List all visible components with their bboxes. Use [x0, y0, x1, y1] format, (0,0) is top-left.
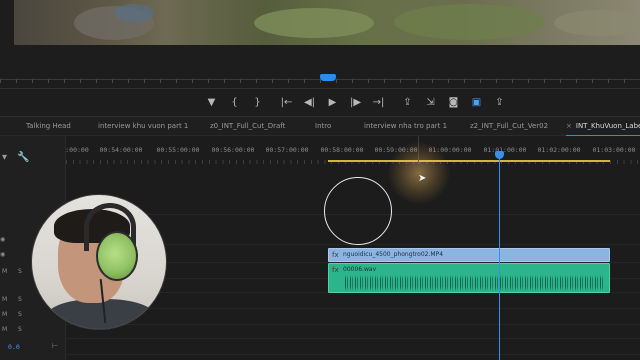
solo-button[interactable]: S: [18, 268, 22, 275]
eye-icon[interactable]: ◉: [0, 236, 5, 243]
fx-badge: fx: [332, 251, 339, 259]
eye-icon[interactable]: ◉: [0, 251, 5, 258]
audio-waveform: [345, 275, 605, 291]
extract-button[interactable]: ⇲: [419, 92, 442, 112]
ruler-label: 01:01:00:00: [483, 146, 527, 154]
ruler-label: 00:56:00:00: [211, 146, 255, 154]
tab-talking-head[interactable]: Talking Head: [26, 117, 71, 136]
audio-clip[interactable]: fx 00006.wav: [328, 263, 610, 293]
click-indicator: [324, 177, 392, 245]
program-monitor: ▼ { } |← ◀| ▶ |▶ →| ⇪ ⇲ ◙ ▣ ⇪: [0, 0, 640, 116]
program-scrub-bar[interactable]: [0, 66, 640, 86]
transport-controls: ▼ { } |← ◀| ▶ |▶ →| ⇪ ⇲ ◙ ▣ ⇪: [200, 92, 511, 112]
step-back-button[interactable]: ◀|: [298, 92, 321, 112]
share-button[interactable]: ⇪: [488, 92, 511, 112]
video-clip[interactable]: fx nguoidicu_4500_phongtro02.MP4: [328, 248, 610, 262]
tab-interview-khu-vuon[interactable]: interview khu vuon part 1: [98, 117, 188, 136]
ruler-label: 01:03:00:00: [592, 146, 636, 154]
snap-icon[interactable]: ▾: [2, 152, 7, 163]
program-monitor-video: [14, 0, 640, 45]
program-playhead[interactable]: [320, 74, 336, 81]
work-area-bar[interactable]: [328, 160, 610, 162]
play-button[interactable]: ▶: [321, 92, 344, 112]
fx-badge: fx: [332, 266, 339, 274]
ruler-label: 01:02:00:00: [537, 146, 581, 154]
ruler-label: 00:54:00:00: [99, 146, 143, 154]
mark-out-button[interactable]: }: [246, 92, 269, 112]
close-icon[interactable]: ×: [566, 122, 572, 130]
mute-button[interactable]: M: [2, 296, 7, 303]
ruler-label: 00:58:00:00: [320, 146, 364, 154]
zoom-readout: 0.0: [8, 343, 20, 351]
add-marker-button[interactable]: ▼: [200, 92, 223, 112]
zoom-handle-icon[interactable]: ⊢: [52, 342, 58, 350]
tab-interview-nha-tro[interactable]: interview nha tro part 1: [364, 117, 447, 136]
timeline-tools: ▾ 🔧: [0, 150, 66, 164]
wrench-icon[interactable]: 🔧: [17, 152, 29, 163]
lift-button[interactable]: ⇪: [396, 92, 419, 112]
solo-button[interactable]: S: [18, 326, 22, 333]
mute-button[interactable]: M: [2, 311, 7, 318]
step-forward-button[interactable]: |▶: [344, 92, 367, 112]
ruler-label: 00:55:00:00: [156, 146, 200, 154]
clip-name: 00006.wav: [343, 266, 377, 273]
mute-button[interactable]: M: [2, 268, 7, 275]
solo-button[interactable]: S: [18, 311, 22, 318]
solo-button[interactable]: S: [18, 296, 22, 303]
tab-intro[interactable]: Intro: [315, 117, 331, 136]
mute-button[interactable]: M: [2, 326, 7, 333]
mark-in-button[interactable]: {: [223, 92, 246, 112]
tab-z0-int-full-cut-draft[interactable]: z0_INT_Full_Cut_Draft: [210, 117, 285, 136]
sequence-tabs: Talking Head interview khu vuon part 1 z…: [0, 116, 640, 137]
ruler-label: :00:00: [65, 146, 89, 154]
tab-int-khuvuon-label[interactable]: × INT_KhuVuon_Label: [566, 117, 640, 137]
ruler-label: 00:57:00:00: [265, 146, 309, 154]
go-to-out-button[interactable]: →|: [367, 92, 390, 112]
export-frame-button[interactable]: ◙: [442, 92, 465, 112]
time-ruler[interactable]: :00:00 00:54:00:00 00:55:00:00 00:56:00:…: [65, 136, 640, 166]
mouse-cursor-icon: ➤: [418, 173, 427, 184]
timeline-playhead[interactable]: [499, 152, 500, 360]
tab-label: INT_KhuVuon_Label: [575, 122, 640, 130]
comparison-view-button[interactable]: ▣: [465, 92, 488, 112]
clip-name: nguoidicu_4500_phongtro02.MP4: [343, 251, 444, 258]
tab-z2-int-full-cut-ver02[interactable]: z2_INT_Full_Cut_Ver02: [470, 117, 548, 136]
go-to-in-button[interactable]: |←: [275, 92, 298, 112]
webcam-overlay: [31, 194, 167, 330]
